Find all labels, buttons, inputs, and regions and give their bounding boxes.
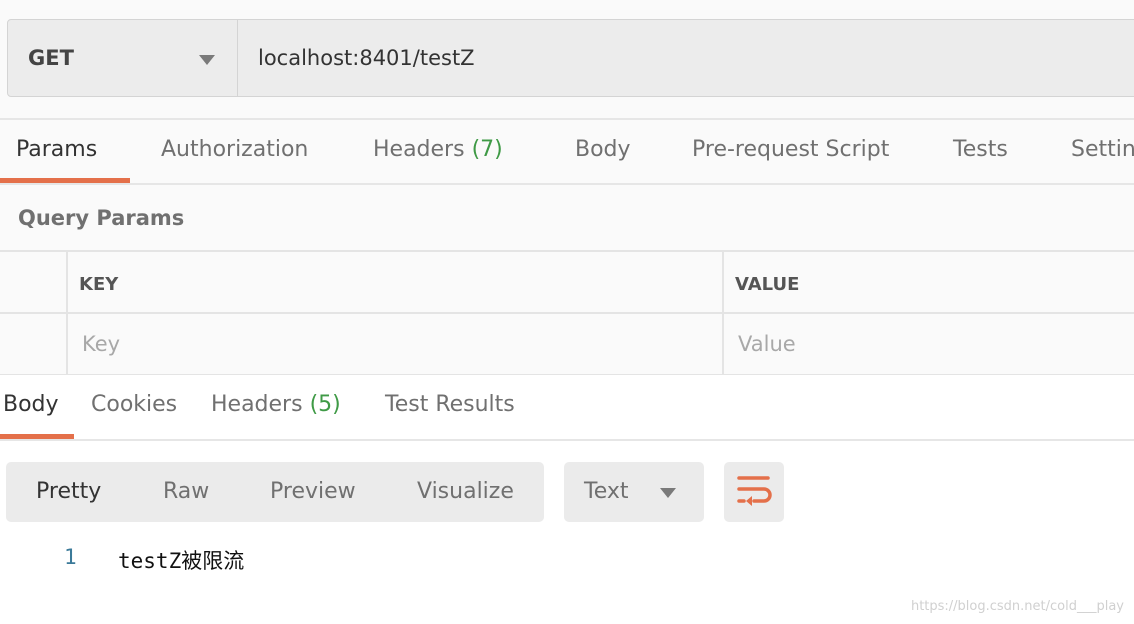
request-tabs: Params Authorization Headers (7) Body Pr… [0,118,1134,185]
active-tab-indicator [0,434,74,439]
table-row: Key Value [0,314,1134,376]
line-number: 1 [64,545,77,569]
headers-count: (5) [309,392,341,417]
tab-tests[interactable]: Tests [953,137,1008,162]
active-tab-indicator [0,178,130,183]
key-input[interactable]: Key [82,332,120,356]
column-divider [66,252,68,377]
chevron-down-icon [660,488,676,498]
watermark: https://blog.csdn.net/cold___play [910,599,1124,614]
query-params-table: KEY VALUE Key Value [0,250,1134,377]
raw-button[interactable]: Raw [163,479,209,504]
chevron-down-icon [199,55,215,65]
value-header: VALUE [735,274,800,295]
response-body-text: testZ被限流 [118,549,245,573]
tab-headers[interactable]: Headers (7) [373,137,503,162]
visualize-button[interactable]: Visualize [417,479,514,504]
tab-response-body[interactable]: Body [3,392,59,417]
tab-response-headers[interactable]: Headers (5) [211,392,341,417]
tab-authorization[interactable]: Authorization [161,137,308,162]
format-select[interactable]: Text [564,462,704,522]
value-input[interactable]: Value [738,332,796,356]
wrap-icon [737,476,772,506]
tab-cookies[interactable]: Cookies [91,392,177,417]
tab-params[interactable]: Params [16,137,97,162]
method-label: GET [28,46,74,70]
tab-settings[interactable]: Settin [1071,137,1134,162]
format-label: Text [584,479,629,504]
url-bar: GET localhost:8401/testZ [7,19,1134,97]
preview-button[interactable]: Preview [270,479,356,504]
tab-label: Headers [373,137,465,162]
headers-count: (7) [471,137,503,162]
pretty-button[interactable]: Pretty [36,479,101,504]
table-header-row: KEY VALUE [0,252,1134,314]
url-input[interactable]: localhost:8401/testZ [238,20,475,96]
method-select[interactable]: GET [8,20,238,96]
key-header: KEY [79,274,119,295]
tab-label: Headers [211,392,303,417]
tab-pre-request-script[interactable]: Pre-request Script [692,137,889,162]
tab-body[interactable]: Body [575,137,631,162]
query-params-title: Query Params [18,206,185,230]
response-tabs: Body Cookies Headers (5) Test Results [0,375,1134,441]
column-divider [722,252,724,377]
view-mode-group: Pretty Raw Preview Visualize [6,462,544,522]
tab-test-results[interactable]: Test Results [385,392,515,417]
wrap-lines-button[interactable] [724,462,784,522]
